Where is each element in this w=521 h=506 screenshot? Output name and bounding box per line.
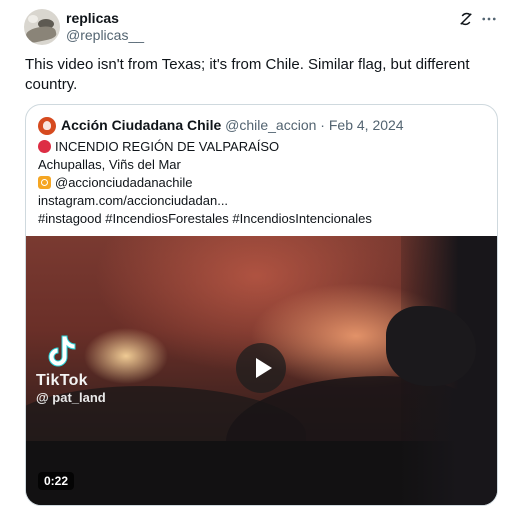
tiktok-logo-icon <box>48 335 76 367</box>
quote-author-handle[interactable]: @chile_accion <box>225 117 316 133</box>
play-button[interactable] <box>236 343 286 393</box>
quote-separator: · <box>320 117 325 133</box>
quote-header: Acción Ciudadana Chile @chile_accion · F… <box>61 117 404 133</box>
quote-author-name[interactable]: Acción Ciudadana Chile <box>61 117 221 133</box>
quote-hashtags[interactable]: #instagood #IncendiosForestales #Incendi… <box>38 210 372 228</box>
tiktok-username: @ pat_land <box>36 390 106 405</box>
quote-link[interactable]: instagram.com/accionciudadan... <box>38 192 372 210</box>
grok-icon[interactable] <box>457 10 475 28</box>
author-name[interactable]: replicas <box>66 10 119 26</box>
quote-line: Achupallas, Viñs del Mar <box>38 157 181 172</box>
quote-line: INCENDIO REGIÓN DE VALPARAÍSO <box>38 138 372 156</box>
red-circle-icon <box>38 140 51 153</box>
instagram-icon <box>38 176 51 189</box>
tweet-text: This video isn't from Texas; it's from C… <box>25 56 470 93</box>
quote-line: @accionciudadanachile <box>38 174 372 192</box>
video-player[interactable]: TikTok @ pat_land 0:22 <box>26 236 497 505</box>
quoted-tweet[interactable]: Acción Ciudadana Chile @chile_accion · F… <box>25 104 498 506</box>
play-icon <box>256 358 272 378</box>
author-avatar[interactable] <box>24 9 60 45</box>
quote-date[interactable]: Feb 4, 2024 <box>329 117 404 133</box>
tiktok-watermark: TikTok <box>36 372 88 389</box>
video-duration: 0:22 <box>38 472 75 490</box>
quote-author-avatar[interactable] <box>38 117 56 135</box>
author-handle[interactable]: @replicas__ <box>66 27 144 43</box>
quote-text: INCENDIO REGIÓN DE VALPARAÍSO Achupallas… <box>38 138 372 228</box>
more-icon[interactable] <box>480 10 498 28</box>
